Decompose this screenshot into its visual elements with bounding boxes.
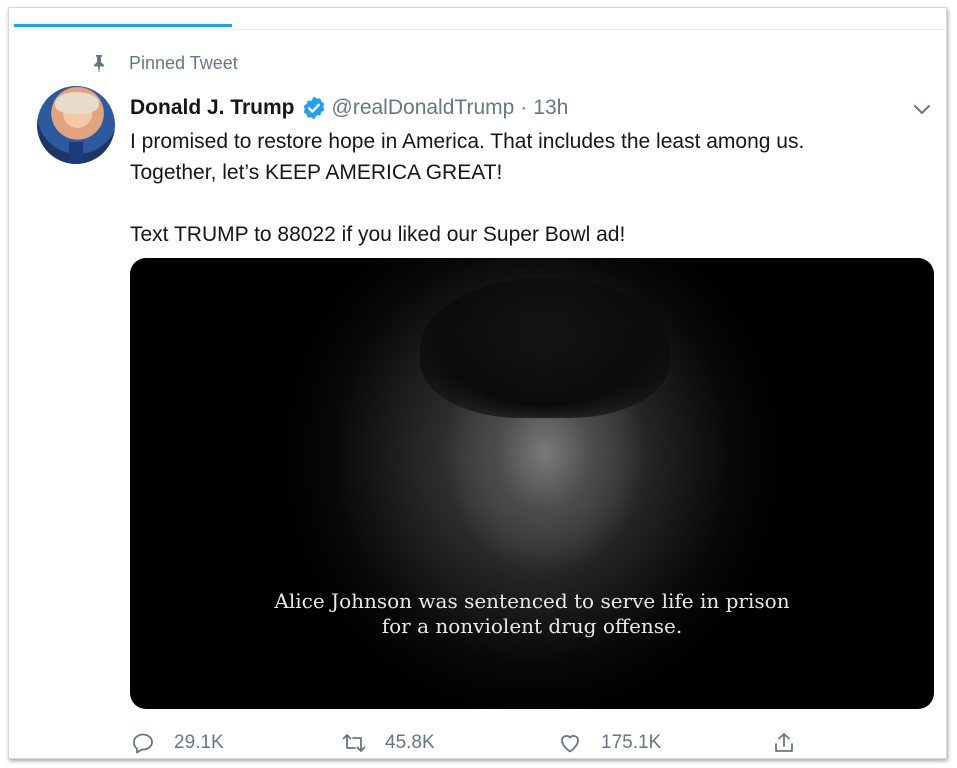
tweet-timestamp[interactable]: 13h — [533, 96, 568, 120]
video-caption: Alice Johnson was sentenced to serve lif… — [130, 589, 934, 639]
reply-count: 29.1K — [174, 732, 224, 753]
pinned-tweet-label: Pinned Tweet — [91, 52, 238, 74]
tweet-header: Donald J. Trump @realDonaldTrump · 13h — [130, 94, 568, 122]
reply-button[interactable]: 29.1K — [130, 728, 224, 758]
like-button[interactable]: 175.1K — [557, 728, 661, 758]
active-tab-indicator — [14, 24, 232, 27]
retweet-button[interactable]: 45.8K — [341, 728, 435, 758]
video-frame-shadow — [420, 278, 670, 418]
tweet-line: Text TRUMP to 88022 if you liked our Sup… — [130, 223, 626, 246]
tweet-line: Together, let’s KEEP AMERICA GREAT! — [130, 161, 503, 184]
header-separator: · — [520, 96, 528, 119]
pin-icon — [91, 54, 107, 72]
chevron-down-icon[interactable] — [911, 98, 933, 120]
tweet-text: I promised to restore hope in America. T… — [130, 126, 920, 250]
tweet-card: Pinned Tweet Donald J. Trump @realDonald… — [8, 7, 947, 759]
like-count: 175.1K — [601, 732, 662, 753]
share-button[interactable] — [771, 728, 815, 758]
retweet-count: 45.8K — [385, 732, 435, 753]
caption-line: for a nonviolent drug offense. — [381, 614, 683, 638]
avatar[interactable] — [37, 86, 115, 164]
caption-line: Alice Johnson was sentenced to serve lif… — [274, 589, 790, 613]
tab-divider — [14, 29, 946, 30]
pinned-text: Pinned Tweet — [129, 52, 238, 73]
video-player[interactable]: Alice Johnson was sentenced to serve lif… — [130, 258, 934, 709]
heart-icon — [557, 730, 583, 756]
tweet-actions: 29.1K 45.8K 175.1K — [130, 728, 820, 758]
retweet-icon — [341, 730, 367, 756]
author-handle[interactable]: @realDonaldTrump — [332, 96, 515, 120]
reply-icon — [130, 730, 156, 756]
tweet-line: I promised to restore hope in America. T… — [130, 130, 805, 153]
verified-badge-icon — [301, 95, 327, 121]
share-icon — [771, 730, 797, 756]
author-name[interactable]: Donald J. Trump — [130, 96, 295, 120]
